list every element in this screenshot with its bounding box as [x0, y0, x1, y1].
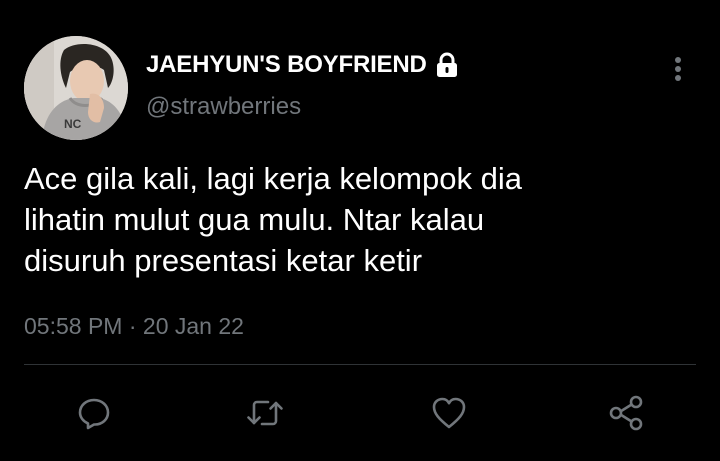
- divider: [24, 364, 696, 365]
- tweet-text: Ace gila kali, lagi kerja kelompok dia l…: [24, 158, 694, 281]
- avatar[interactable]: NC: [24, 36, 128, 140]
- tweet-text-line: Ace gila kali, lagi kerja kelompok dia: [24, 161, 522, 196]
- heart-icon: [432, 397, 466, 429]
- display-name[interactable]: JAEHYUN'S BOYFRIEND: [146, 51, 427, 79]
- more-options-icon[interactable]: [664, 54, 692, 86]
- tweet-text-line: lihatin mulut gua mulu. Ntar kalau: [24, 202, 485, 237]
- avatar-image: NC: [24, 36, 128, 140]
- like-button[interactable]: [430, 394, 468, 432]
- share-button[interactable]: [607, 394, 645, 432]
- tweet-text-line: disuruh presentasi ketar ketir: [24, 243, 423, 278]
- user-header: JAEHYUN'S BOYFRIEND: [146, 49, 460, 81]
- tweet-timestamp[interactable]: 05:58 PM · 20 Jan 22: [24, 313, 244, 340]
- reply-icon: [78, 398, 110, 430]
- tweet-date: 20 Jan 22: [142, 313, 244, 339]
- tweet-time: 05:58 PM: [24, 313, 123, 339]
- retweet-button[interactable]: [246, 394, 284, 432]
- meta-separator: ·: [128, 313, 137, 339]
- retweet-icon: [247, 400, 283, 426]
- share-icon: [609, 395, 643, 431]
- reply-button[interactable]: [75, 394, 113, 432]
- lock-icon: [434, 52, 460, 78]
- svg-text:NC: NC: [64, 117, 82, 131]
- tweet-card: NC JAEHYUN'S BOYFRIEND @strawberries Ace…: [0, 0, 720, 461]
- user-handle[interactable]: @strawberries: [146, 93, 301, 121]
